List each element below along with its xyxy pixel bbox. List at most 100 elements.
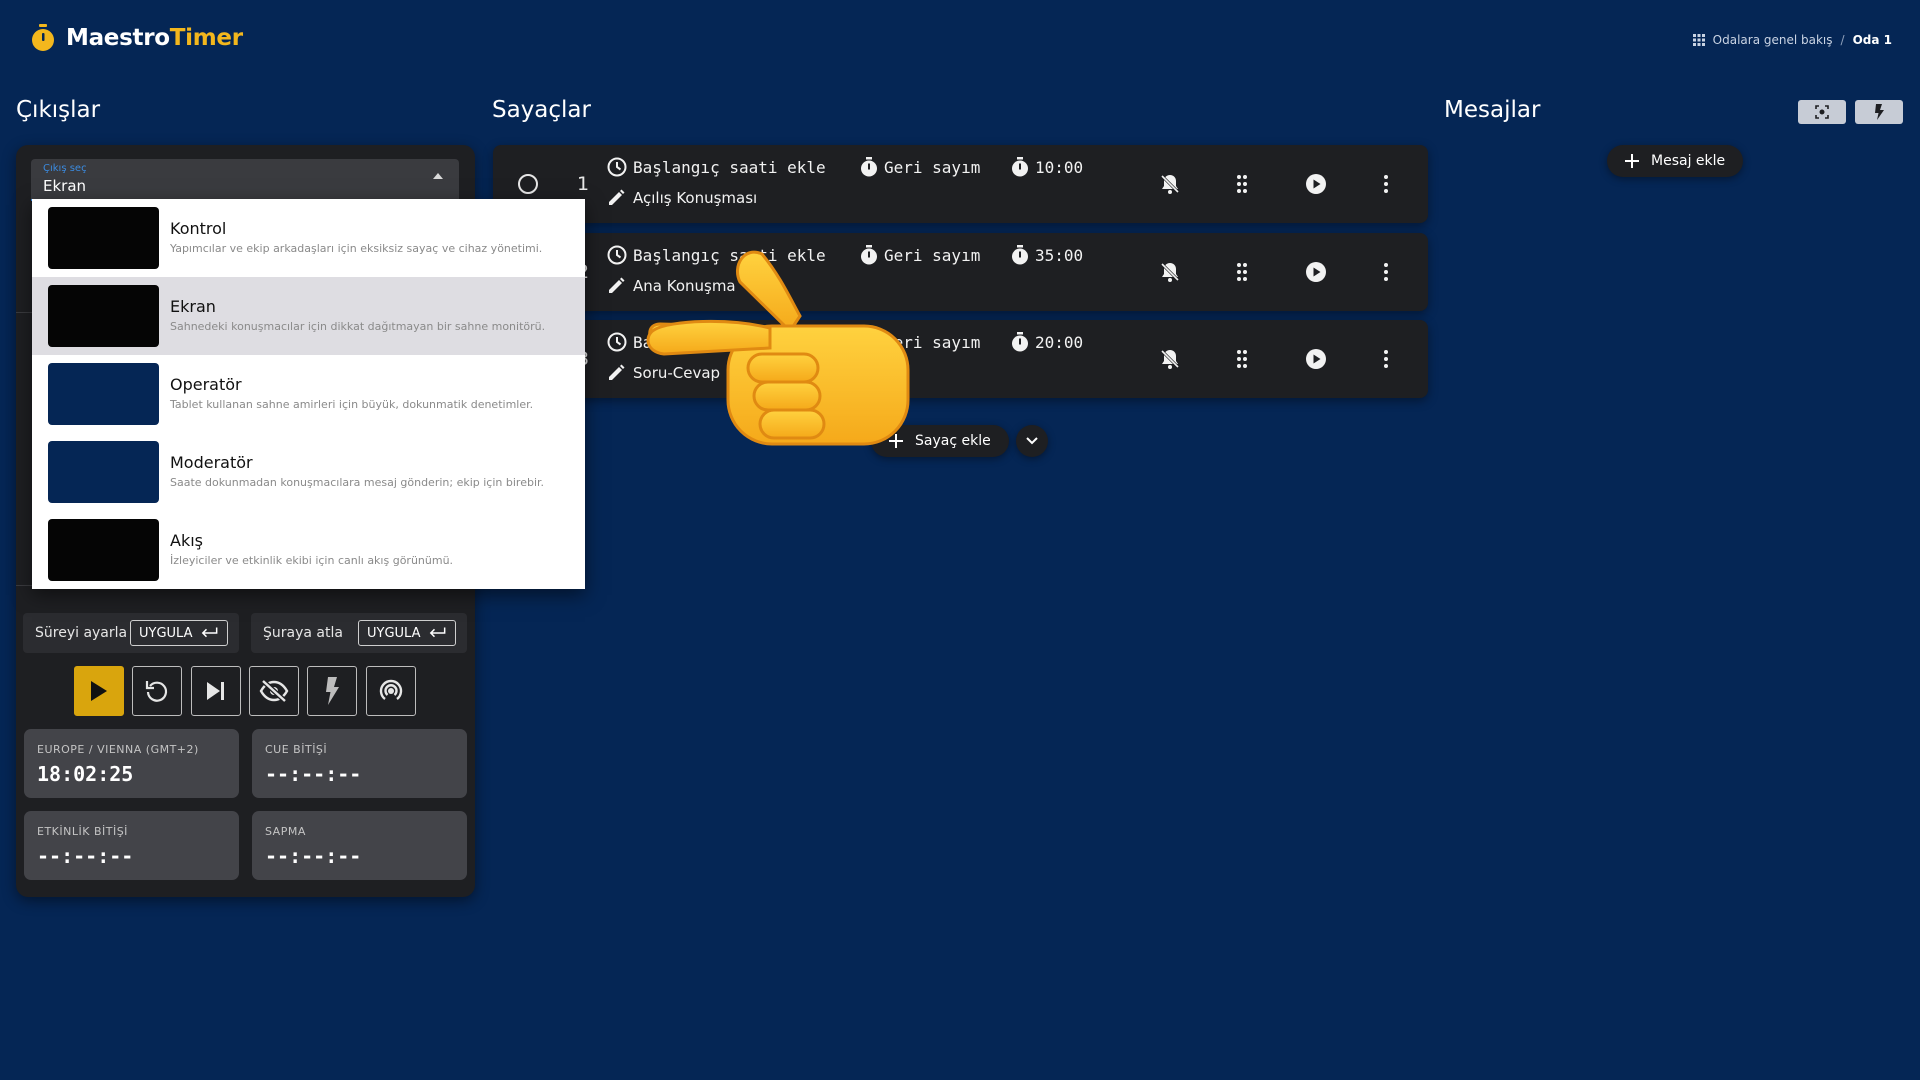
add-message-label: Mesaj ekle bbox=[1651, 153, 1726, 169]
focus-mode-button[interactable] bbox=[1798, 100, 1846, 124]
timer-duration[interactable]: 20:00 bbox=[1011, 332, 1083, 352]
eye-off-icon bbox=[259, 679, 289, 703]
output-thumbnail bbox=[48, 207, 159, 269]
timer-number: 1 bbox=[577, 173, 590, 195]
output-thumbnail bbox=[48, 519, 159, 581]
cue-end-value: --:--:-- bbox=[265, 762, 362, 786]
cue-end-label: CUE BİTİŞİ bbox=[265, 743, 328, 756]
caret-up-icon bbox=[433, 173, 443, 179]
breadcrumb: Odalara genel bakış / Oda 1 bbox=[1692, 33, 1892, 47]
timer-duration[interactable]: 35:00 bbox=[1011, 245, 1083, 265]
output-option-title: Operatör bbox=[170, 375, 242, 394]
app-logo[interactable]: MaestroTimer bbox=[30, 24, 243, 52]
drag-handle-icon[interactable] bbox=[1235, 348, 1249, 370]
timer-duration-value: 10:00 bbox=[1035, 157, 1084, 177]
more-vertical-icon[interactable] bbox=[1383, 261, 1389, 283]
drag-handle-icon[interactable] bbox=[1235, 261, 1249, 283]
output-select[interactable]: Çıkış seç Ekran bbox=[31, 159, 459, 201]
add-timer-options-button[interactable] bbox=[1016, 425, 1048, 457]
event-end-label: ETKİNLİK BİTİŞİ bbox=[37, 825, 128, 838]
play-button[interactable] bbox=[74, 666, 124, 716]
play-circle-icon[interactable] bbox=[1305, 348, 1327, 370]
timer-mode-label: Geri sayım bbox=[884, 157, 981, 177]
breadcrumb-separator: / bbox=[1840, 33, 1845, 47]
output-option-title: Moderatör bbox=[170, 453, 253, 472]
add-timer-label: Sayaç ekle bbox=[915, 433, 991, 449]
output-option[interactable]: Kontrol Yapımcılar ve ekip arkadaşları iç… bbox=[32, 199, 585, 277]
bell-off-icon[interactable] bbox=[1159, 173, 1181, 195]
adjust-time-label: Süreyi ayarla bbox=[35, 625, 128, 641]
stopwatch-icon bbox=[1012, 157, 1028, 177]
reset-button[interactable] bbox=[132, 666, 182, 716]
edit-icon bbox=[609, 189, 625, 205]
flash-icon bbox=[326, 677, 339, 705]
jump-to-apply-button[interactable]: UYGULA bbox=[358, 620, 456, 646]
grid-icon bbox=[1692, 34, 1705, 46]
output-thumbnail bbox=[48, 363, 159, 425]
breadcrumb-overview-link[interactable]: Odalara genel bakış bbox=[1713, 33, 1833, 47]
timer-row[interactable]: 1 Başlangıç saati ekle Geri sayım 10:00 Açıl… bbox=[493, 145, 1428, 223]
play-circle-icon[interactable] bbox=[1305, 173, 1327, 195]
apply-label: UYGULA bbox=[367, 625, 421, 641]
output-dropdown-menu: Kontrol Yapımcılar ve ekip arkadaşları iç… bbox=[32, 199, 585, 589]
timer-row[interactable]: 3Başlangıç saati ekleGeri sayım20:00Soru… bbox=[493, 320, 1428, 398]
flash-icon bbox=[1875, 104, 1884, 120]
enter-icon bbox=[202, 627, 218, 638]
timer-title[interactable]: Açılış Konuşması bbox=[607, 189, 757, 207]
stopwatch-icon bbox=[1012, 332, 1028, 352]
clock-icon bbox=[607, 245, 627, 265]
enter-icon bbox=[430, 627, 446, 638]
start-time-label: Başlangıç saati ekle bbox=[633, 157, 826, 177]
output-option[interactable]: Moderatör Saate dokunmadan konuşmacılara … bbox=[32, 433, 585, 511]
output-option-description: Sahnedeki konuşmacılar için dikkat dağıt… bbox=[170, 320, 546, 333]
next-button[interactable] bbox=[191, 666, 241, 716]
bell-off-icon[interactable] bbox=[1159, 348, 1181, 370]
clock-icon bbox=[607, 157, 627, 177]
output-option[interactable]: Akış İzleyiciler ve etkinlik ekibi için c… bbox=[32, 511, 585, 589]
pointing-hand-icon bbox=[646, 250, 910, 446]
event-end-card: ETKİNLİK BİTİŞİ --:--:-- bbox=[24, 811, 239, 880]
stopwatch-logo-icon bbox=[32, 24, 54, 51]
output-select-value: Ekran bbox=[43, 177, 87, 195]
play-circle-icon[interactable] bbox=[1305, 261, 1327, 283]
output-option-description: İzleyiciler ve etkinlik ekibi için canlı… bbox=[170, 554, 454, 567]
select-radio-icon[interactable] bbox=[517, 173, 539, 195]
output-option-description: Saate dokunmadan konuşmacılara mesaj gön… bbox=[170, 476, 545, 489]
flash-button[interactable] bbox=[307, 666, 357, 716]
focus-icon bbox=[1815, 105, 1829, 119]
deviation-label: SAPMA bbox=[265, 825, 306, 838]
clock-timezone-label: EUROPE / VIENNA (GMT+2) bbox=[37, 743, 199, 756]
deviation-card: SAPMA --:--:-- bbox=[252, 811, 467, 880]
apply-label: UYGULA bbox=[139, 625, 193, 641]
flash-messages-button[interactable] bbox=[1855, 100, 1903, 124]
jump-to-label: Şuraya atla bbox=[263, 625, 343, 641]
output-option[interactable]: Operatör Tablet kullanan sahne amirleri i… bbox=[32, 355, 585, 433]
timer-mode[interactable]: Geri sayım bbox=[860, 157, 980, 177]
output-option-description: Tablet kullanan sahne amirleri için büyü… bbox=[170, 398, 534, 411]
clock-value: 18:02:25 bbox=[37, 762, 134, 786]
timers-title: Sayaçlar bbox=[492, 97, 591, 123]
broadcast-button[interactable] bbox=[366, 666, 416, 716]
add-message-button[interactable]: Mesaj ekle bbox=[1607, 145, 1744, 177]
output-option-title: Kontrol bbox=[170, 219, 227, 238]
bell-off-icon[interactable] bbox=[1159, 261, 1181, 283]
timer-row[interactable]: 2Başlangıç saati ekleGeri sayım35:00Ana … bbox=[493, 233, 1428, 311]
edit-icon bbox=[609, 277, 625, 293]
jump-to-row: Şuraya atla UYGULA bbox=[251, 613, 467, 653]
timer-duration[interactable]: 10:00 bbox=[1011, 157, 1083, 177]
messages-title: Mesajlar bbox=[1444, 97, 1541, 123]
deviation-value: --:--:-- bbox=[265, 844, 362, 868]
event-end-value: --:--:-- bbox=[37, 844, 134, 868]
broadcast-icon bbox=[379, 679, 403, 700]
reset-icon bbox=[145, 681, 168, 702]
add-start-time[interactable]: Başlangıç saati ekle bbox=[607, 157, 826, 177]
breadcrumb-current: Oda 1 bbox=[1852, 33, 1892, 47]
adjust-time-apply-button[interactable]: UYGULA bbox=[130, 620, 228, 646]
output-option[interactable]: Ekran Sahnedeki konuşmacılar için dikkat … bbox=[32, 277, 585, 355]
blackout-button[interactable] bbox=[249, 666, 299, 716]
drag-handle-icon[interactable] bbox=[1235, 173, 1249, 195]
stopwatch-icon bbox=[1012, 245, 1028, 265]
more-vertical-icon[interactable] bbox=[1383, 173, 1389, 195]
adjust-time-row: Süreyi ayarla UYGULA bbox=[23, 613, 239, 653]
more-vertical-icon[interactable] bbox=[1383, 348, 1389, 370]
